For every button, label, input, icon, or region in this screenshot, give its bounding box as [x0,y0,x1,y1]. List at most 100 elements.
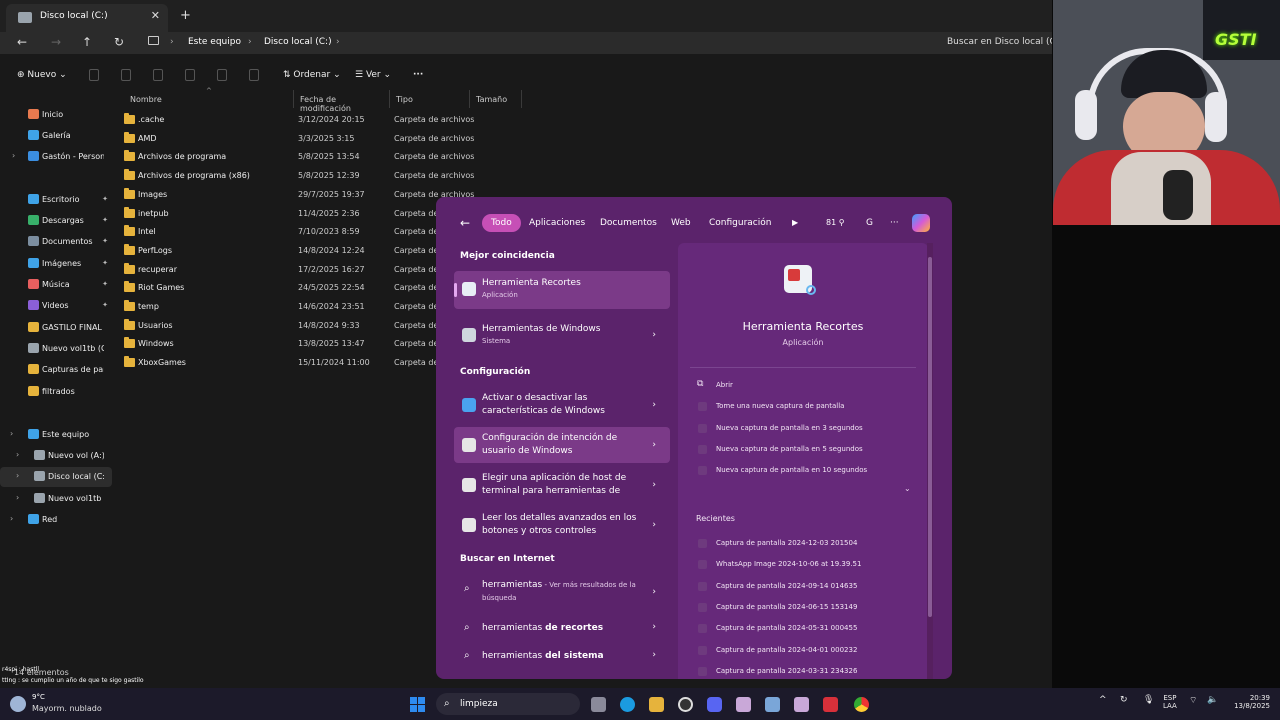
sidebar-item-8[interactable]: Videos ✦ [0,296,112,316]
account-button[interactable]: G [866,214,873,232]
sidebar-item-11[interactable]: Capturas de pantall [0,360,112,380]
chevron-down-icon[interactable]: ⌄ [904,484,911,493]
sidebar-item-0[interactable]: Inicio [0,105,112,125]
network-icon[interactable]: ⌔ [1189,695,1197,706]
sidebar-item-10[interactable]: Nuevo vol1tb (G:) [0,339,112,359]
back-arrow-icon[interactable]: ← [460,214,470,232]
chevron-right-icon[interactable]: › [652,440,656,450]
chevron-icon[interactable]: › [16,493,19,502]
best-match-result-1[interactable]: Herramientas de Windows Sistema › [454,317,670,355]
rename-icon[interactable] [185,69,195,81]
sidebar-item-7[interactable]: Música ✦ [0,275,112,295]
sidebar-item-17[interactable]: › Red [0,510,112,530]
column-fecha[interactable]: Fecha de modificación [294,90,390,113]
file-row[interactable]: AMD 3/3/2025 3:15 Carpeta de archivos [118,130,598,148]
breadcrumb-disco-local[interactable]: Disco local (C:) [264,37,332,47]
recent-file-1[interactable]: WhatsApp Image 2024-10-06 at 19.39.51 [678,558,918,574]
app-icon[interactable] [736,697,751,712]
share-icon[interactable] [217,69,227,81]
preview-action-1[interactable]: Tome una nueva captura de pantalla [678,400,918,416]
photos-icon[interactable] [765,697,780,712]
web-result-2[interactable]: ⌕ herramientas del sistema › [454,645,670,669]
sidebar-item-12[interactable]: filtrados [0,382,112,402]
github-icon[interactable] [678,697,693,712]
sync-icon[interactable]: ↻ [1120,695,1128,705]
web-result-1[interactable]: ⌕ herramientas de recortes › [454,617,670,641]
paste-icon[interactable] [153,69,163,81]
filter-documentos[interactable]: Documentos [600,214,657,232]
best-match-result-0[interactable]: Herramienta Recortes Aplicación [454,271,670,309]
close-tab-icon[interactable]: ✕ [151,9,160,22]
windows-start-icon[interactable] [410,697,426,713]
view-button[interactable]: ☰ Ver ⌄ [355,70,391,80]
cut-icon[interactable] [89,69,99,81]
breadcrumb-este-equipo[interactable]: Este equipo [188,37,241,47]
file-row[interactable]: .cache 3/12/2024 20:15 Carpeta de archiv… [118,111,598,129]
file-explorer-icon[interactable] [649,697,664,712]
sidebar-item-15[interactable]: › Disco local (C:) [0,467,112,487]
chevron-right-icon[interactable]: › [652,330,656,340]
settings-result-3[interactable]: Leer los detalles avanzados en los boton… [454,507,670,543]
show-hidden-icons-icon[interactable]: ^ [1099,695,1107,705]
recent-file-0[interactable]: Captura de pantalla 2024-12-03 201504 [678,537,918,553]
file-row[interactable]: Archivos de programa 5/8/2025 13:54 Carp… [118,148,598,166]
play-more-filters-icon[interactable]: ▶ [792,214,798,232]
filter-todo[interactable]: Todo [482,214,521,232]
chevron-icon[interactable]: › [10,429,13,438]
column-tipo[interactable]: Tipo [390,90,470,108]
preview-action-3[interactable]: Nueva captura de pantalla en 5 segundos [678,443,918,459]
sidebar-item-4[interactable]: Descargas ✦ [0,211,112,231]
back-icon[interactable]: ← [17,35,27,49]
web-result-0[interactable]: ⌕ herramientas - Ver más resultados de l… [454,575,670,611]
recent-file-6[interactable]: Captura de pantalla 2024-03-31 234326 [678,665,918,679]
microphone-icon[interactable]: 🎙 [1143,695,1154,705]
sidebar-item-14[interactable]: › Nuevo vol (A:) [0,446,112,466]
chevron-icon[interactable]: › [16,471,19,480]
tab-disco-local[interactable]: Disco local (C:) ✕ [6,4,168,32]
forward-icon[interactable]: → [51,35,61,49]
filter-configuracion[interactable]: Configuración [709,214,771,232]
recent-file-3[interactable]: Captura de pantalla 2024-06-15 153149 [678,601,918,617]
taskbar-search-input[interactable]: ⌕ limpieza [436,693,580,715]
chevron-right-icon[interactable]: › [652,587,656,597]
app-icon[interactable] [794,697,809,712]
sort-button[interactable]: ⇅ Ordenar ⌄ [283,70,341,80]
copy-icon[interactable] [121,69,131,81]
column-tamano[interactable]: Tamaño [470,90,522,108]
sidebar-item-13[interactable]: › Este equipo [0,425,112,445]
new-button[interactable]: ⊕ Nuevo ⌄ [17,70,67,80]
preview-action-0[interactable]: ⧉ Abrir [678,379,918,395]
file-row[interactable]: Archivos de programa (x86) 5/8/2025 12:3… [118,167,598,185]
chrome-icon[interactable] [854,697,869,712]
sidebar-item-6[interactable]: Imágenes ✦ [0,254,112,274]
sidebar-item-3[interactable]: Escritorio ✦ [0,190,112,210]
edge-icon[interactable] [620,697,635,712]
chevron-icon[interactable]: › [16,450,19,459]
recent-file-4[interactable]: Captura de pantalla 2024-05-31 000455 [678,622,918,638]
filter-aplicaciones[interactable]: Aplicaciones [529,214,585,232]
sidebar-item-2[interactable]: › Gastón - Personal [0,147,112,167]
sidebar-item-16[interactable]: › Nuevo vol1tb (G:) [0,489,112,509]
copilot-icon[interactable] [912,214,930,232]
new-tab-button[interactable]: + [180,8,191,23]
recent-file-2[interactable]: Captura de pantalla 2024-09-14 014635 [678,580,918,596]
explorer-search-input[interactable]: Buscar en Disco local (C:) [938,32,1052,54]
video-app-icon[interactable] [823,697,838,712]
preview-action-2[interactable]: Nueva captura de pantalla en 3 segundos [678,422,918,438]
rewards-points[interactable]: 81 ⚲ [826,214,845,232]
settings-result-0[interactable]: Activar o desactivar las características… [454,387,670,423]
filter-web[interactable]: Web [671,214,691,232]
delete-icon[interactable] [249,69,259,81]
sidebar-item-9[interactable]: GASTILO FINAL VID [0,318,112,338]
scrollbar-thumb[interactable] [928,257,932,617]
preview-action-4[interactable]: Nueva captura de pantalla en 10 segundos [678,464,918,480]
sidebar-item-1[interactable]: Galería [0,126,112,146]
chevron-icon[interactable]: › [10,514,13,523]
sidebar-item-5[interactable]: Documentos ✦ [0,232,112,252]
volume-icon[interactable]: 🔈 [1207,695,1218,705]
chevron-right-icon[interactable]: › [652,520,656,530]
chevron-right-icon[interactable]: › [652,622,656,632]
chevron-right-icon[interactable]: › [652,480,656,490]
discord-icon[interactable] [707,697,722,712]
weather-icon[interactable] [10,696,26,712]
